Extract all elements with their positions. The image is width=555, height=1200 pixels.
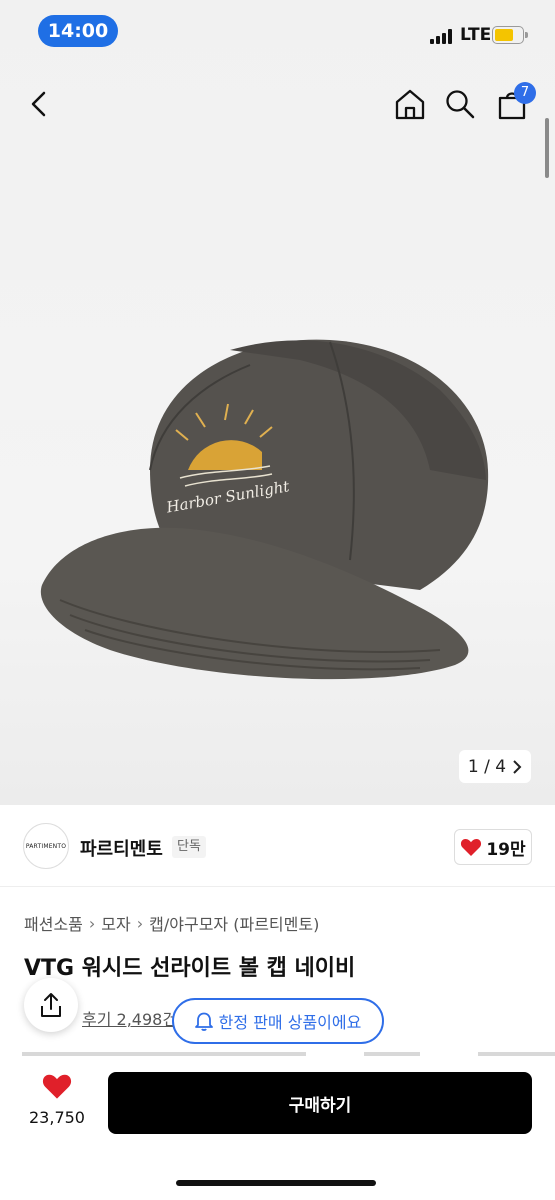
- status-bar: 14:00 LTE: [0, 0, 555, 62]
- back-button[interactable]: [20, 84, 60, 124]
- wishlist-count: 23,750: [29, 1108, 85, 1127]
- network-label: LTE: [460, 25, 492, 45]
- brand-logo-text: PARTIMENTO: [25, 842, 67, 850]
- home-indicator: [176, 1180, 376, 1186]
- scrollbar[interactable]: [545, 118, 549, 178]
- breadcrumb: 패션소품 › 모자 › 캡/야구모자 (파르티멘토): [24, 911, 319, 935]
- wishlist-button[interactable]: 23,750: [25, 1072, 89, 1127]
- seller-row: PARTIMENTO 파르티멘토 단독 19만: [0, 805, 555, 887]
- breadcrumb-item[interactable]: 패션소품: [24, 911, 83, 935]
- cart-button[interactable]: 7: [492, 82, 536, 124]
- chevron-right-icon: ›: [88, 913, 96, 933]
- chevron-left-icon: [31, 91, 46, 117]
- bottom-action-bar: 23,750 구매하기: [0, 1058, 555, 1200]
- brand-like-button[interactable]: 19만: [454, 829, 532, 865]
- limited-sale-badge[interactable]: 한정 판매 상품이에요: [172, 998, 384, 1044]
- chevron-right-icon: ›: [136, 913, 144, 933]
- cart-count-badge: 7: [514, 82, 536, 104]
- search-button[interactable]: [440, 84, 480, 124]
- battery-icon: [492, 26, 528, 44]
- chevron-right-icon: [513, 759, 522, 774]
- status-time: 14:00: [38, 15, 118, 47]
- share-button[interactable]: [24, 978, 78, 1032]
- signal-icon: [430, 28, 455, 44]
- home-button[interactable]: [390, 84, 430, 124]
- buy-button[interactable]: 구매하기: [108, 1072, 532, 1134]
- heart-icon: [42, 1074, 72, 1099]
- brand-logo[interactable]: PARTIMENTO: [23, 823, 69, 869]
- image-pager[interactable]: 1 / 4: [459, 750, 531, 783]
- share-icon: [41, 993, 61, 1017]
- home-icon: [395, 89, 425, 120]
- search-icon: [446, 90, 475, 119]
- product-title: VTG 워시드 선라이트 볼 캡 네이비: [24, 956, 356, 981]
- limited-sale-text: 한정 판매 상품이에요: [218, 1013, 362, 1032]
- breadcrumb-item[interactable]: 캡/야구모자 (파르티멘토): [149, 911, 319, 935]
- breadcrumb-item[interactable]: 모자: [101, 911, 130, 935]
- brand-like-count: 19만: [486, 839, 526, 860]
- brand-name[interactable]: 파르티멘토: [80, 835, 163, 861]
- bell-icon: [194, 1012, 213, 1031]
- review-link[interactable]: 후기 2,498건: [82, 1006, 177, 1030]
- pager-text: 1 / 4: [467, 756, 507, 777]
- heart-icon: [461, 839, 482, 856]
- exclusive-badge: 단독: [172, 836, 206, 858]
